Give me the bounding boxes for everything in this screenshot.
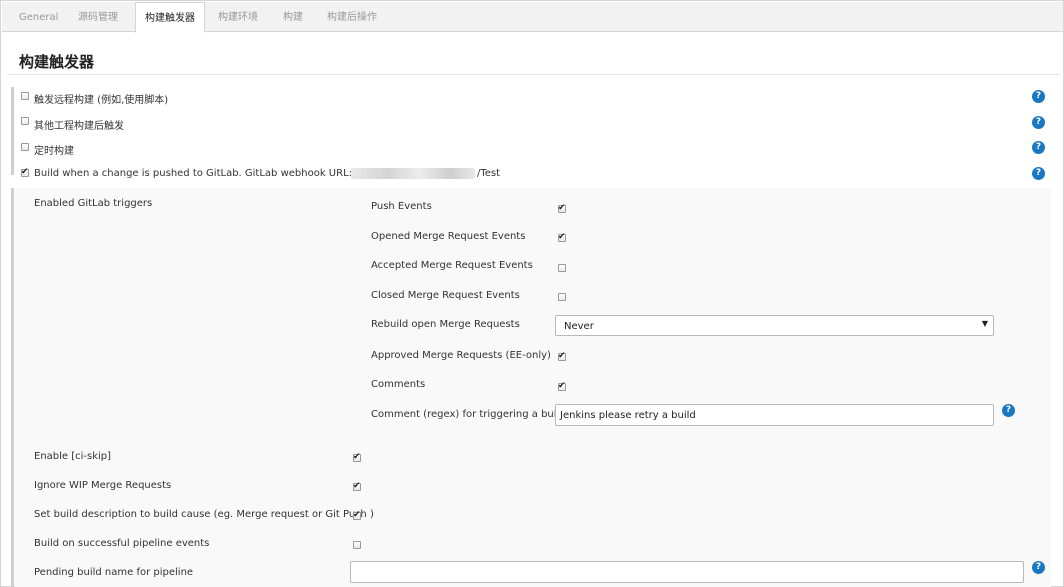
comments-label: Comments <box>371 379 426 390</box>
tab-post-build[interactable]: 构建后操作 <box>327 2 377 32</box>
pending-build-name-label: Pending build name for pipeline <box>34 567 194 578</box>
checkmark-icon: ✔ <box>558 203 566 213</box>
gitlab-push-checkbox[interactable]: ✔ <box>21 167 29 177</box>
gitlab-left-bar <box>11 188 14 587</box>
redacted-url-blur <box>351 168 475 179</box>
section-title: 构建触发器 <box>19 53 95 71</box>
after-other-projects-checkbox[interactable] <box>21 117 29 125</box>
comment-regex-input[interactable]: Jenkins please retry a build <box>555 404 994 426</box>
checkmark-icon: ✔ <box>353 481 361 491</box>
rebuild-open-mr-select[interactable]: Never ▼ <box>555 315 994 336</box>
build-periodically-label: 定时构建 <box>34 146 74 157</box>
rebuild-selected-value: Never <box>564 321 594 332</box>
config-tabs: General 源码管理 构建触发器 构建环境 构建 构建后操作 <box>2 2 1063 33</box>
gitlab-push-label: Build when a change is pushed to GitLab.… <box>34 168 383 179</box>
opened-mr-label: Opened Merge Request Events <box>371 231 526 242</box>
dropdown-arrow-icon: ▼ <box>981 319 988 328</box>
gitlab-push-help-icon[interactable]: ? <box>1032 167 1045 180</box>
push-events-checkbox[interactable]: ✔ <box>558 203 566 213</box>
after-other-projects-label: 其他工程构建后触发 <box>34 121 124 132</box>
after-other-projects-help-icon[interactable]: ? <box>1032 116 1045 129</box>
set-build-description-checkbox[interactable]: ✔ <box>353 510 361 520</box>
rebuild-open-mr-label: Rebuild open Merge Requests <box>371 319 520 330</box>
comment-regex-help-icon[interactable]: ? <box>1002 404 1015 417</box>
build-periodically-checkbox[interactable] <box>21 143 29 151</box>
pending-build-name-help-icon[interactable]: ? <box>1032 561 1045 574</box>
opened-mr-checkbox[interactable]: ✔ <box>558 232 566 242</box>
checkmark-icon: ✔ <box>558 381 566 391</box>
triggers-left-bar <box>11 87 14 175</box>
ignore-wip-checkbox[interactable]: ✔ <box>353 481 361 491</box>
approved-mr-checkbox[interactable]: ✔ <box>558 351 566 361</box>
tab-build-environment[interactable]: 构建环境 <box>218 2 258 32</box>
jenkins-config-panel: General 源码管理 构建触发器 构建环境 构建 构建后操作 构建触发器 触… <box>0 0 1064 587</box>
build-periodically-help-icon[interactable]: ? <box>1032 141 1045 154</box>
push-events-label: Push Events <box>371 201 432 212</box>
ci-skip-checkbox[interactable]: ✔ <box>353 452 361 462</box>
accepted-mr-label: Accepted Merge Request Events <box>371 260 533 271</box>
section-divider <box>7 74 1059 75</box>
tab-general[interactable]: General <box>19 2 58 32</box>
remote-trigger-label: 触发远程构建 (例如,使用脚本) <box>34 95 169 106</box>
pipeline-events-label: Build on successful pipeline events <box>34 538 210 549</box>
approved-mr-label: Approved Merge Requests (EE-only) <box>371 350 551 361</box>
comment-regex-label: Comment (regex) for triggering a build <box>371 409 566 420</box>
checkmark-icon: ✔ <box>353 452 361 462</box>
pipeline-events-checkbox[interactable] <box>353 541 361 549</box>
remote-trigger-help-icon[interactable]: ? <box>1032 90 1045 103</box>
gitlab-options-panel <box>15 188 1051 587</box>
tab-scm[interactable]: 源码管理 <box>78 2 118 32</box>
checkmark-icon: ✔ <box>353 510 361 520</box>
tab-build[interactable]: 构建 <box>283 2 303 32</box>
closed-mr-checkbox[interactable] <box>558 293 566 301</box>
checkmark-icon: ✔ <box>558 351 566 361</box>
pending-build-name-input[interactable] <box>350 561 1024 583</box>
checkmark-icon: ✔ <box>558 232 566 242</box>
comment-regex-value: Jenkins please retry a build <box>560 410 696 421</box>
set-build-description-label: Set build description to build cause (eg… <box>34 509 374 520</box>
tab-build-triggers[interactable]: 构建触发器 <box>135 2 205 33</box>
ignore-wip-label: Ignore WIP Merge Requests <box>34 480 172 491</box>
comments-checkbox[interactable]: ✔ <box>558 381 566 391</box>
enabled-gitlab-triggers-label: Enabled GitLab triggers <box>34 198 153 209</box>
gitlab-webhook-url-suffix: /Test <box>477 168 501 179</box>
ci-skip-label: Enable [ci-skip] <box>34 451 112 462</box>
checkmark-icon: ✔ <box>21 167 29 177</box>
closed-mr-label: Closed Merge Request Events <box>371 290 520 301</box>
remote-trigger-checkbox[interactable] <box>21 92 29 100</box>
accepted-mr-checkbox[interactable] <box>558 264 566 272</box>
